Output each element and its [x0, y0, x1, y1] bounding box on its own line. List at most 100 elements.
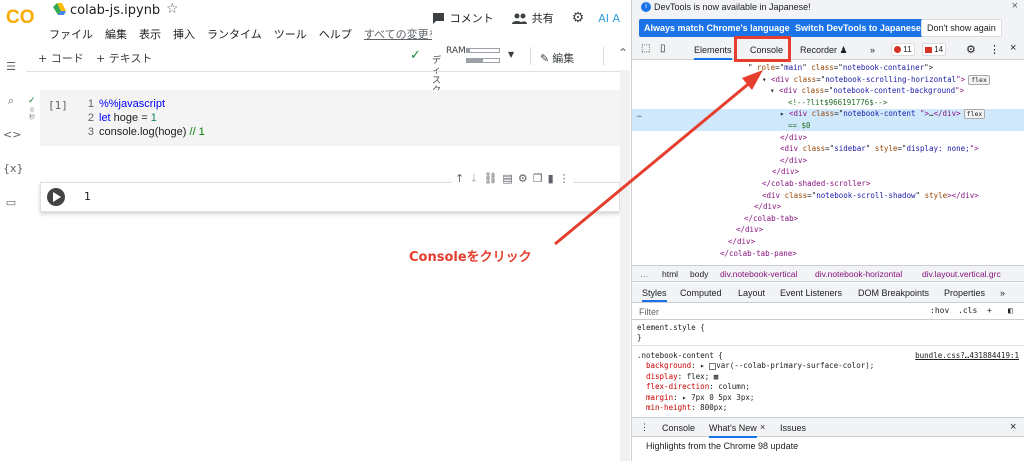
move-down-icon[interactable]: ↓ [469, 172, 478, 185]
dom-node-line[interactable]: </div> [780, 133, 807, 144]
new-style-rule-icon[interactable]: + [987, 306, 992, 315]
dom-node-line[interactable]: == $0 [788, 121, 811, 132]
collapse-header-icon[interactable]: ⌃ [618, 46, 628, 60]
files-folder-icon[interactable]: ▭ [3, 196, 19, 212]
warning-count-badge[interactable]: 14 [922, 43, 947, 56]
styles-filter-input[interactable]: Filter [639, 307, 659, 317]
dom-node-line[interactable]: ▾ <div class="notebook-content-backgroun… [770, 86, 964, 97]
dom-node-line[interactable]: </colab-tab> [744, 214, 798, 225]
tab-elements[interactable]: Elements [694, 45, 732, 60]
subtab-layout[interactable]: Layout [738, 288, 765, 298]
breadcrumb-item[interactable]: html [662, 269, 678, 279]
tab-recorder[interactable]: Recorder ♟ [800, 45, 848, 56]
code-cell-2[interactable] [40, 182, 620, 212]
toggle-sidebar-icon[interactable]: ◧ [1008, 306, 1013, 315]
notebook-file-name[interactable]: colab-js.ipynb [70, 3, 160, 18]
more-vert-icon[interactable]: ⋮ [559, 172, 570, 185]
dom-node-line[interactable]: " role="main" class="notebook-container"… [748, 63, 933, 74]
subtab-computed[interactable]: Computed [680, 288, 722, 298]
cell-2-code[interactable]: 1 [84, 190, 91, 203]
comment-cell-icon[interactable]: ▤ [502, 172, 512, 185]
breadcrumb-item[interactable]: div.notebook-vertical [720, 269, 797, 279]
add-code-button[interactable]: + コード [38, 50, 84, 66]
dom-node-line[interactable]: </div> [780, 156, 807, 167]
comment-button[interactable]: コメント [432, 10, 494, 26]
style-declaration[interactable]: margin: ▸ 7px 0 5px 3px; [646, 393, 754, 404]
menu-tools[interactable]: ツール [274, 26, 307, 42]
star-icon[interactable]: ☆ [166, 1, 179, 17]
last-edit-link[interactable]: すべての変更を [364, 26, 432, 42]
close-drawer-icon[interactable]: × [1010, 421, 1016, 433]
delete-icon[interactable]: ▮ [548, 172, 554, 185]
node-more-icon[interactable]: … [637, 110, 642, 121]
menu-file[interactable]: ファイル [49, 26, 93, 42]
breadcrumb-more[interactable]: … [640, 269, 649, 279]
breadcrumb-item[interactable]: div.notebook-horizontal [815, 269, 902, 279]
subtab-event-listeners[interactable]: Event Listeners [780, 288, 842, 298]
search-icon[interactable]: ⌕ [3, 94, 19, 110]
dom-node-line[interactable]: </div> [754, 202, 781, 213]
menu-insert[interactable]: 挿入 [173, 26, 195, 42]
resource-dropdown-icon[interactable]: ▼ [508, 50, 514, 59]
dom-node-line[interactable]: </div> [736, 225, 763, 236]
always-match-language-button[interactable]: Always match Chrome's language [639, 19, 795, 37]
style-declaration[interactable]: display: flex; ▦ [646, 372, 718, 383]
dom-tree[interactable]: … " role="main" class="notebook-containe… [632, 61, 1024, 264]
notice-close-icon[interactable]: × [1012, 0, 1018, 12]
close-tab-icon[interactable]: × [760, 422, 765, 432]
move-up-icon[interactable]: ↑ [455, 172, 464, 185]
menu-help[interactable]: ヘルプ [319, 26, 352, 42]
close-devtools-icon[interactable]: × [1010, 42, 1016, 54]
drawer-tab-issues[interactable]: Issues [780, 423, 806, 433]
dom-node-line[interactable]: <!--?lit$966191776$--> [788, 98, 887, 109]
menu-runtime[interactable]: ランタイム [207, 26, 262, 42]
drawer-menu-icon[interactable]: ⋮ [640, 422, 649, 433]
dom-node-line[interactable]: ▾ <div class="notebook-scrolling-horizon… [762, 74, 990, 86]
menu-edit[interactable]: 編集 [105, 26, 127, 42]
hover-state-toggle[interactable]: :hov [930, 306, 949, 315]
add-text-button[interactable]: + テキスト [96, 50, 152, 66]
device-toolbar-icon[interactable]: ▯ [660, 43, 666, 54]
dom-node-line[interactable]: ▸ <div class="notebook-content ">…</div>… [780, 109, 986, 120]
class-toggle[interactable]: .cls [958, 306, 977, 315]
drawer-tab-console[interactable]: Console [662, 423, 695, 433]
ai-badge[interactable]: AI A [598, 12, 620, 25]
dom-node-line[interactable]: </colab-shaded-scroller> [762, 179, 870, 190]
flex-badge[interactable]: flex [963, 109, 986, 120]
style-declaration[interactable]: min-height: 800px; [646, 403, 727, 414]
mirror-cell-icon[interactable]: ❐ [533, 172, 543, 185]
edit-mode-button[interactable]: ✎ 編集 [540, 50, 574, 66]
dom-node-line[interactable]: <div class="sidebar" style="display: non… [780, 144, 979, 155]
breadcrumb-item[interactable]: body [690, 269, 708, 279]
dom-node-line[interactable]: </div> [772, 167, 799, 178]
style-declaration[interactable]: background: ▸ var(--colab-primary-surfac… [646, 361, 874, 372]
inspect-element-icon[interactable]: ⬚ [641, 43, 650, 54]
switch-to-japanese-button[interactable]: Switch DevTools to Japanese [790, 19, 926, 37]
flex-badge[interactable]: flex [968, 74, 990, 85]
more-tabs-icon[interactable]: » [870, 45, 875, 55]
cell-settings-icon[interactable]: ⚙ [518, 172, 528, 185]
more-subtabs-icon[interactable]: » [1000, 288, 1005, 298]
colab-logo[interactable]: CO [6, 6, 38, 28]
menu-view[interactable]: 表示 [139, 26, 161, 42]
gear-icon[interactable]: ⚙ [966, 43, 976, 56]
link-icon[interactable]: ⛓ [483, 172, 497, 185]
style-declaration[interactable]: flex-direction: column; [646, 382, 750, 393]
settings-button[interactable]: ⚙ [572, 10, 585, 26]
breadcrumb-item[interactable]: div.layout.vertical.grc [922, 269, 1001, 279]
dom-node-line[interactable]: <div class="notebook-scroll-shadow" styl… [762, 191, 979, 202]
dom-node-line[interactable]: </colab-tab-pane> [720, 249, 797, 260]
more-vert-icon[interactable]: ⋮ [989, 43, 1000, 56]
dont-show-again-button[interactable]: Don't show again [921, 19, 1002, 37]
drawer-tab-whats-new[interactable]: What's New [709, 423, 757, 438]
stylesheet-link[interactable]: bundle.css?…431884419:1 [915, 351, 1019, 362]
table-of-contents-icon[interactable]: ☰ [3, 60, 19, 76]
notebook-scrollbar[interactable] [620, 70, 630, 461]
dom-node-line[interactable]: </div> [728, 237, 755, 248]
styles-pane[interactable]: element.style { } .notebook-content { bu… [632, 321, 1024, 417]
error-count-badge[interactable]: 11 [891, 43, 915, 56]
code-editor[interactable]: 1 %%javascript 2 let hoge = 1 3 console.log… [84, 97, 205, 139]
subtab-properties[interactable]: Properties [944, 288, 985, 298]
run-cell-button[interactable] [47, 188, 65, 206]
subtab-styles[interactable]: Styles [642, 288, 667, 302]
